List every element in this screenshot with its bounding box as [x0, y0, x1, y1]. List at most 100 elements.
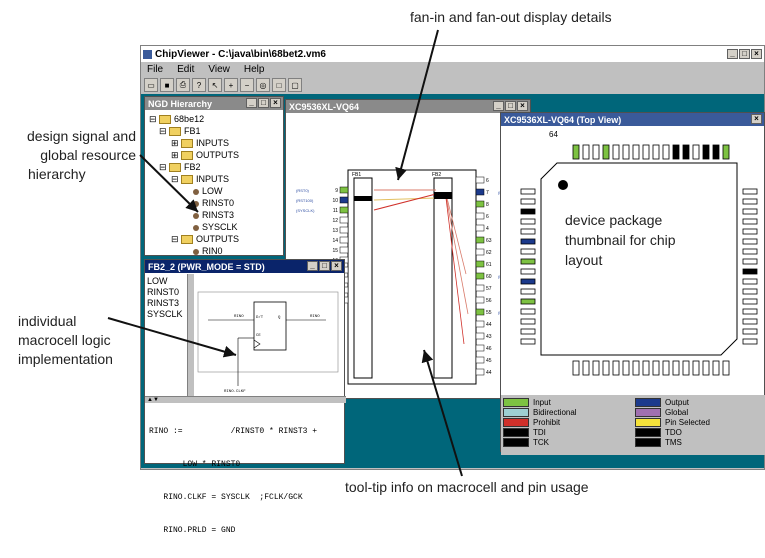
close-icon[interactable]: × — [331, 261, 342, 271]
package-pin[interactable] — [582, 360, 590, 376]
package-pin[interactable] — [520, 278, 536, 285]
package-pin[interactable] — [742, 218, 758, 225]
package-canvas[interactable]: 64 device package thumbnail for chip lay… — [501, 127, 764, 397]
tree-leaf[interactable]: LOW — [149, 185, 283, 197]
chip-pin[interactable] — [475, 332, 485, 340]
chip-pin[interactable] — [339, 206, 349, 214]
menu-view[interactable]: View — [208, 64, 230, 75]
package-pin[interactable] — [742, 338, 758, 345]
tree-node[interactable]: ⊟ OUTPUTS — [149, 233, 283, 245]
package-pin[interactable] — [742, 268, 758, 275]
package-pin[interactable] — [602, 144, 610, 160]
package-pin[interactable] — [622, 144, 630, 160]
package-pin[interactable] — [672, 144, 680, 160]
close-icon[interactable]: × — [270, 98, 281, 108]
tree-node[interactable]: ⊞ INPUTS — [149, 137, 283, 149]
maximize-icon[interactable]: □ — [258, 98, 269, 108]
chip-pin[interactable] — [475, 200, 485, 208]
package-pin[interactable] — [692, 144, 700, 160]
help-icon[interactable]: ? — [192, 78, 206, 92]
package-pin[interactable] — [662, 360, 670, 376]
chip-pin[interactable] — [339, 196, 349, 204]
chip-pin[interactable] — [475, 356, 485, 364]
minimize-icon[interactable]: _ — [307, 261, 318, 271]
package-pin[interactable] — [520, 308, 536, 315]
package-pin[interactable] — [520, 298, 536, 305]
package-pin[interactable] — [612, 144, 620, 160]
package-pin[interactable] — [572, 360, 580, 376]
menu-help[interactable]: Help — [244, 64, 265, 75]
package-pin[interactable] — [742, 328, 758, 335]
package-pin[interactable] — [520, 228, 536, 235]
chip-pin[interactable] — [475, 188, 485, 196]
package-pin[interactable] — [592, 360, 600, 376]
maximize-icon[interactable]: □ — [319, 261, 330, 271]
zoom-out-icon[interactable]: − — [240, 78, 254, 92]
package-pin[interactable] — [722, 360, 730, 376]
package-pin[interactable] — [742, 198, 758, 205]
package-pin[interactable] — [742, 288, 758, 295]
package-pin[interactable] — [682, 144, 690, 160]
package-pin[interactable] — [520, 188, 536, 195]
package-pin[interactable] — [612, 360, 620, 376]
package-pin[interactable] — [602, 360, 610, 376]
chip-pin[interactable] — [475, 236, 485, 244]
package-pin[interactable] — [582, 144, 590, 160]
chip-pin[interactable] — [475, 248, 485, 256]
package-pin[interactable] — [712, 144, 720, 160]
maximize-icon[interactable]: □ — [739, 49, 750, 59]
package-pin[interactable] — [652, 144, 660, 160]
package-pin[interactable] — [742, 308, 758, 315]
zoom-fit-icon[interactable]: ◎ — [256, 78, 270, 92]
package-pin[interactable] — [520, 338, 536, 345]
menu-edit[interactable]: Edit — [177, 64, 194, 75]
save-icon[interactable]: ■ — [160, 78, 174, 92]
package-pin[interactable] — [572, 144, 580, 160]
package-pin[interactable] — [702, 360, 710, 376]
minimize-icon[interactable]: _ — [493, 101, 504, 111]
package-pin[interactable] — [742, 208, 758, 215]
chip-pin[interactable] — [475, 212, 485, 220]
tree-leaf[interactable]: SYSCLK — [149, 221, 283, 233]
chip-pin[interactable] — [475, 368, 485, 376]
package-pin[interactable] — [632, 144, 640, 160]
signal-item[interactable]: RINST3 — [147, 298, 187, 309]
package-pin[interactable] — [742, 298, 758, 305]
signal-item[interactable]: LOW — [147, 276, 187, 287]
package-pin[interactable] — [632, 360, 640, 376]
chip-pin[interactable] — [475, 176, 485, 184]
package-pin[interactable] — [520, 258, 536, 265]
package-pin[interactable] — [742, 248, 758, 255]
package-pin[interactable] — [520, 268, 536, 275]
package-pin[interactable] — [520, 218, 536, 225]
zoom-in-icon[interactable]: + — [224, 78, 238, 92]
tree-leaf[interactable]: RINST0 — [149, 197, 283, 209]
chip-pin[interactable] — [475, 272, 485, 280]
tree-leaf[interactable]: RIN0 — [149, 245, 283, 257]
package-pin[interactable] — [742, 188, 758, 195]
chip-pin[interactable] — [339, 216, 349, 224]
window-icon[interactable]: □ — [272, 78, 286, 92]
package-pin[interactable] — [642, 360, 650, 376]
package-pin[interactable] — [742, 318, 758, 325]
chip-pin[interactable] — [475, 320, 485, 328]
package-pin[interactable] — [672, 360, 680, 376]
package-pin[interactable] — [742, 258, 758, 265]
menu-file[interactable]: File — [147, 64, 163, 75]
package-pin[interactable] — [652, 360, 660, 376]
tree-node[interactable]: ⊟ FB2 — [149, 161, 283, 173]
package-pin[interactable] — [742, 278, 758, 285]
minimize-icon[interactable]: _ — [246, 98, 257, 108]
package-pin[interactable] — [520, 248, 536, 255]
package-pin[interactable] — [702, 144, 710, 160]
package-pin[interactable] — [622, 360, 630, 376]
chip-pin[interactable] — [475, 224, 485, 232]
chip-pin[interactable] — [475, 260, 485, 268]
package-pin[interactable] — [662, 144, 670, 160]
tile-icon[interactable]: ▢ — [288, 78, 302, 92]
tree-leaf[interactable]: RINST3 — [149, 209, 283, 221]
package-pin[interactable] — [520, 198, 536, 205]
context-help-icon[interactable]: ↖ — [208, 78, 222, 92]
package-pin[interactable] — [520, 318, 536, 325]
close-icon[interactable]: × — [517, 101, 528, 111]
